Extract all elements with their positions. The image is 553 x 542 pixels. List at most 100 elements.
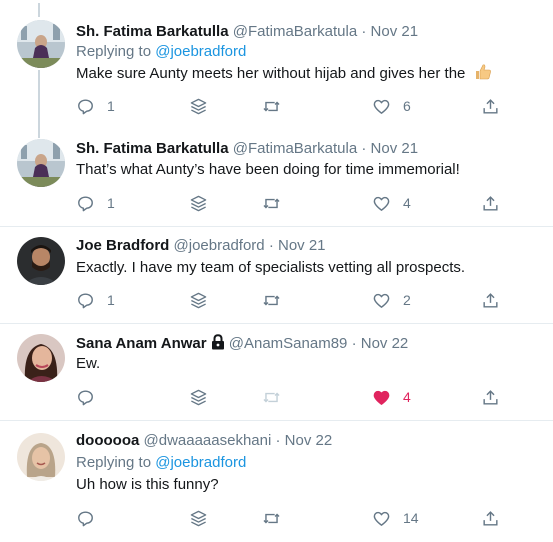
tweet-header: doooooa @dwaaaaasekhani · Nov 22	[76, 431, 332, 451]
timestamp[interactable]: Nov 22	[361, 335, 409, 352]
user-handle[interactable]: @FatimaBarkatula	[233, 23, 357, 40]
tweet[interactable]: Joe Bradford @joebradford · Nov 21 Exact…	[0, 227, 553, 323]
reply-button[interactable]: 1	[76, 192, 115, 214]
thumbs-up-icon	[474, 63, 492, 87]
like-count: 4	[403, 195, 411, 211]
tweet-header: Sana Anam Anwar @AnamSanam89 · Nov 22	[76, 334, 408, 356]
share-button[interactable]	[481, 386, 500, 408]
reply-button[interactable]: 1	[76, 289, 115, 311]
upload-icon	[483, 292, 498, 308]
replying-to-label: Replying to	[76, 43, 156, 60]
avatar[interactable]	[17, 139, 65, 187]
retweet-icon	[263, 295, 280, 305]
heart-icon	[373, 293, 390, 308]
separator-dot: ·	[351, 335, 357, 352]
like-button[interactable]: 6	[372, 95, 411, 117]
stack-icon	[190, 195, 207, 211]
stack-icon	[190, 292, 207, 308]
tweet-actions: 4	[76, 386, 516, 408]
share-stack-button[interactable]	[189, 95, 208, 117]
tweet-text: Uh how is this funny?	[76, 476, 219, 493]
tweet-text: Make sure Aunty meets her without hijab …	[76, 63, 492, 87]
separator-dot: ·	[275, 432, 281, 449]
tweet-text: That’s what Aunty’s have been doing for …	[76, 161, 460, 178]
reply-icon	[78, 389, 93, 405]
replying-to: Replying to @joebradford	[76, 42, 246, 62]
like-button[interactable]: 4	[372, 386, 411, 408]
like-count: 14	[403, 510, 419, 526]
upload-icon	[483, 510, 498, 526]
tweet-text: Exactly. I have my team of specialists v…	[76, 259, 466, 276]
heart-filled-icon	[373, 390, 390, 405]
replying-to-link[interactable]: @joebradford	[155, 454, 246, 471]
share-stack-button[interactable]	[189, 507, 208, 529]
retweet-button-disabled	[262, 386, 281, 408]
tweet-text: Ew.	[76, 355, 101, 372]
tweet-header: Joe Bradford @joebradford · Nov 21	[76, 236, 326, 256]
retweet-button[interactable]	[262, 289, 281, 311]
avatar[interactable]	[17, 334, 65, 382]
replying-to: Replying to @joebradford	[76, 453, 246, 473]
share-stack-button[interactable]	[189, 192, 208, 214]
share-button[interactable]	[481, 289, 500, 311]
tweet-actions: 1 4	[76, 192, 516, 214]
user-handle[interactable]: @FatimaBarkatula	[233, 140, 357, 157]
reply-count: 1	[107, 98, 115, 114]
user-handle[interactable]: @joebradford	[174, 237, 265, 254]
retweet-button[interactable]	[262, 507, 281, 529]
tweet[interactable]: doooooa @dwaaaaasekhani · Nov 22 Replyin…	[0, 421, 553, 542]
like-count: 2	[403, 292, 411, 308]
reply-icon	[78, 510, 93, 526]
retweet-button[interactable]	[262, 95, 281, 117]
display-name[interactable]: Sh. Fatima Barkatulla	[76, 140, 229, 157]
retweet-icon	[263, 198, 280, 208]
reply-icon	[78, 98, 93, 114]
avatar[interactable]	[17, 237, 65, 285]
reply-button[interactable]: 1	[76, 95, 115, 117]
like-count: 4	[403, 389, 411, 405]
like-button[interactable]: 2	[372, 289, 411, 311]
timestamp[interactable]: Nov 21	[371, 140, 419, 157]
tweet-header: Sh. Fatima Barkatulla @FatimaBarkatula ·…	[76, 139, 418, 159]
display-name[interactable]: Sana Anam Anwar	[76, 335, 207, 352]
share-button[interactable]	[481, 507, 500, 529]
tweet[interactable]: Sana Anam Anwar @AnamSanam89 · Nov 22 Ew…	[0, 324, 553, 420]
like-button[interactable]: 14	[372, 507, 419, 529]
tweet-header: Sh. Fatima Barkatulla @FatimaBarkatula ·…	[76, 22, 418, 42]
tweet-actions: 1 2	[76, 289, 516, 311]
reply-button[interactable]	[76, 386, 107, 408]
replying-to-label: Replying to	[76, 454, 156, 471]
upload-icon	[483, 195, 498, 211]
tweet[interactable]: Sh. Fatima Barkatulla @FatimaBarkatula ·…	[0, 130, 553, 226]
user-handle[interactable]: @dwaaaaasekhani	[144, 432, 272, 449]
avatar[interactable]	[17, 433, 65, 481]
share-button[interactable]	[481, 192, 500, 214]
tweet[interactable]: Sh. Fatima Barkatulla @FatimaBarkatula ·…	[0, 0, 553, 130]
reply-icon	[78, 292, 93, 308]
heart-icon	[373, 99, 390, 114]
reply-count: 1	[107, 292, 115, 308]
display-name[interactable]: Sh. Fatima Barkatulla	[76, 23, 229, 40]
share-button[interactable]	[481, 95, 500, 117]
retweet-button[interactable]	[262, 192, 281, 214]
retweet-icon	[263, 101, 280, 111]
retweet-icon	[263, 513, 280, 523]
avatar[interactable]	[17, 20, 65, 68]
upload-icon	[483, 98, 498, 114]
share-stack-button[interactable]	[189, 289, 208, 311]
timestamp[interactable]: Nov 22	[285, 432, 333, 449]
user-handle[interactable]: @AnamSanam89	[229, 335, 348, 352]
display-name[interactable]: doooooa	[76, 432, 139, 449]
tweet-actions: 14	[76, 507, 516, 529]
share-stack-button[interactable]	[189, 386, 208, 408]
timestamp[interactable]: Nov 21	[371, 23, 419, 40]
separator-dot: ·	[361, 140, 367, 157]
display-name[interactable]: Joe Bradford	[76, 237, 169, 254]
replying-to-link[interactable]: @joebradford	[155, 43, 246, 60]
tweet-text-content: Make sure Aunty meets her without hijab …	[76, 65, 466, 82]
reply-button[interactable]	[76, 507, 107, 529]
timestamp[interactable]: Nov 21	[278, 237, 326, 254]
like-button[interactable]: 4	[372, 192, 411, 214]
stack-icon	[190, 389, 207, 405]
lock-icon	[211, 334, 225, 356]
